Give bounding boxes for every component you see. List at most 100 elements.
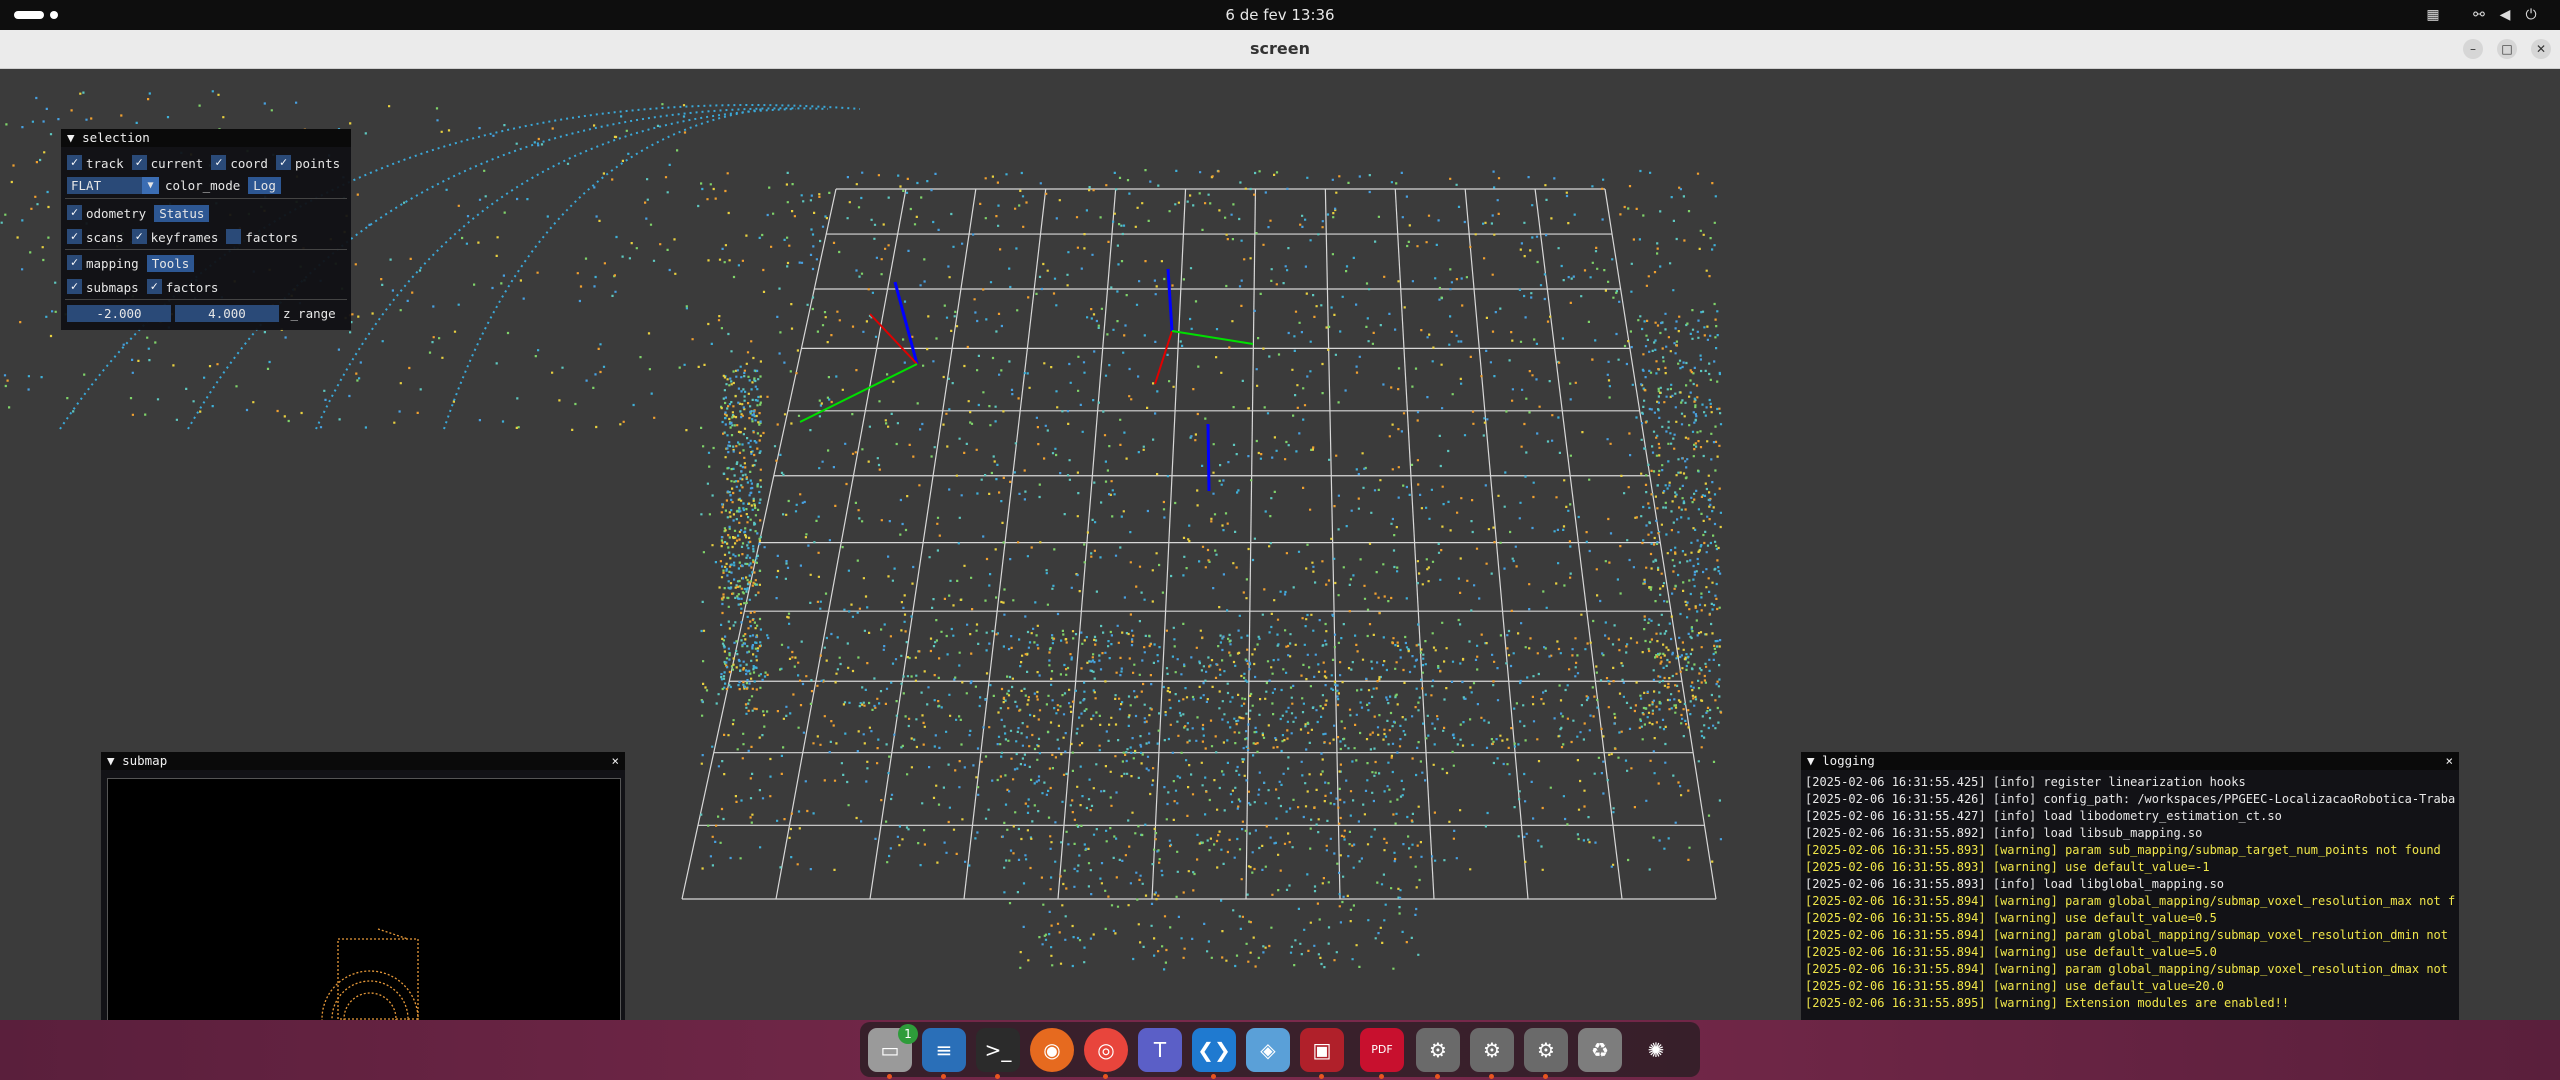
settings-icon[interactable]: ⚙ xyxy=(1524,1028,1568,1079)
odometry-checkbox[interactable]: ✓ xyxy=(67,205,82,220)
odometry-label: odometry xyxy=(86,206,147,221)
grid-line xyxy=(1324,188,1341,900)
notification-badge: 1 xyxy=(898,1024,918,1044)
show-apps-icon[interactable]: ✺ xyxy=(1634,1028,1678,1072)
log-line: [2025-02-06 16:31:55.894] [warning] use … xyxy=(1805,911,2217,925)
log-line: [2025-02-06 16:31:55.895] [warning] Exte… xyxy=(1805,996,2290,1010)
log-line: [2025-02-06 16:31:55.893] [warning] use … xyxy=(1805,860,2210,874)
chevron-down-icon: ▼ xyxy=(142,177,159,194)
chrome-icon[interactable]: ◎ xyxy=(1084,1028,1128,1079)
submap-header[interactable]: ▼ submap × xyxy=(101,752,625,770)
scans-checkbox[interactable]: ✓ xyxy=(67,229,82,244)
factors-label: factors xyxy=(245,230,299,245)
settings-icon[interactable]: ⚙ xyxy=(1470,1028,1514,1079)
points-checkbox[interactable]: ✓ xyxy=(275,155,291,170)
track-label: track xyxy=(86,156,124,171)
grid-line xyxy=(1604,188,1717,900)
scan-arc xyxy=(443,108,765,430)
grid-line xyxy=(1245,188,1257,900)
teams-icon[interactable]: T xyxy=(1138,1028,1182,1072)
coord-label: coord xyxy=(230,156,268,171)
status-button[interactable]: Status xyxy=(154,205,210,222)
factors-checkbox[interactable]: ✓ xyxy=(146,279,162,294)
scans-toggles-row: ✓scans✓keyframes✓factors xyxy=(67,227,306,246)
log-line: [2025-02-06 16:31:55.894] [warning] para… xyxy=(1805,962,2455,976)
submaps-checkbox[interactable]: ✓ xyxy=(67,279,82,294)
log-line: [2025-02-06 16:31:55.892] [info] load li… xyxy=(1805,826,2203,840)
grid-line xyxy=(1394,188,1435,900)
settings-icon[interactable]: ⚙ xyxy=(1416,1028,1460,1079)
ground-grid xyxy=(681,188,1717,900)
vscode-icon[interactable]: ❮❯ xyxy=(1192,1028,1236,1079)
grid-line xyxy=(1534,188,1623,900)
dock: ▭ 1 ≡ >_ ◉ ◎ T ❮❯ ◈ ▣ PDF ⚙ ⚙ ⚙ ♻ ✺ xyxy=(860,1022,1700,1079)
submap-panel[interactable]: ▼ submap × xyxy=(101,752,625,1022)
color-mode-label: color_mode xyxy=(165,178,241,193)
logging-header[interactable]: ▼ logging × xyxy=(1801,752,2459,770)
virtualbox-icon[interactable]: ◈ xyxy=(1246,1028,1290,1072)
log-line: [2025-02-06 16:31:55.427] [info] load li… xyxy=(1805,809,2282,823)
tools-button[interactable]: Tools xyxy=(146,255,195,272)
scans-label: scans xyxy=(86,230,124,245)
trash-icon[interactable]: ♻ xyxy=(1578,1028,1622,1072)
coord-checkbox[interactable]: ✓ xyxy=(211,155,227,170)
log-line: [2025-02-06 16:31:55.894] [warning] para… xyxy=(1805,894,2455,908)
grid-line xyxy=(1057,188,1117,900)
maximize-button[interactable]: □ xyxy=(2497,39,2517,59)
log-line: [2025-02-06 16:31:55.425] [info] registe… xyxy=(1805,775,2246,789)
z-range-min-input[interactable]: -2.000 xyxy=(67,305,171,322)
network-icon[interactable]: ⚯ xyxy=(2470,6,2488,24)
terminal-icon[interactable]: >_ xyxy=(976,1028,1020,1079)
selection-title: selection xyxy=(82,130,150,145)
close-icon[interactable]: × xyxy=(611,752,619,770)
logging-panel[interactable]: ▼ logging × [2025-02-06 16:31:55.425] [in… xyxy=(1801,752,2459,1020)
separator xyxy=(65,299,347,300)
points-label: points xyxy=(294,156,341,171)
minimize-button[interactable]: – xyxy=(2463,39,2483,59)
grid-line xyxy=(1464,188,1529,900)
power-icon[interactable]: ⏻ xyxy=(2522,6,2540,24)
files-icon[interactable]: ▭ 1 xyxy=(868,1024,918,1079)
factors-checkbox[interactable]: ✓ xyxy=(226,229,242,244)
logging-title: logging xyxy=(1822,753,1875,768)
grid-line xyxy=(963,188,1047,900)
log-list[interactable]: [2025-02-06 16:31:55.425] [info] registe… xyxy=(1805,774,2455,1020)
submap-view[interactable] xyxy=(107,778,621,1022)
keyframe-axes-1 xyxy=(799,281,919,423)
log-line: [2025-02-06 16:31:55.893] [info] load li… xyxy=(1805,877,2225,891)
volume-icon[interactable]: ◀ xyxy=(2496,6,2514,24)
vnc-viewer-icon[interactable]: ▣ xyxy=(1300,1028,1344,1079)
color-combo-value: FLAT xyxy=(71,178,102,193)
submap-points xyxy=(321,928,419,1021)
close-icon[interactable]: × xyxy=(2445,752,2453,770)
separator xyxy=(65,198,347,199)
top-bar: 6 de fev 13:36 ▦ ⚯ ◀ ⏻ xyxy=(0,0,2560,30)
scan-arc xyxy=(315,108,797,430)
firefox-icon[interactable]: ◉ xyxy=(1030,1028,1074,1072)
log-line: [2025-02-06 16:31:55.894] [warning] use … xyxy=(1805,979,2225,993)
log-line: [2025-02-06 16:31:55.893] [warning] para… xyxy=(1805,843,2441,857)
keyframes-checkbox[interactable]: ✓ xyxy=(131,229,147,244)
color-combo[interactable]: FLAT ▼ xyxy=(67,177,159,194)
submap-title: submap xyxy=(122,753,168,768)
display-toggles-row: ✓ track ✓ current ✓ coord ✓ points xyxy=(67,153,348,172)
track-checkbox[interactable]: ✓ xyxy=(67,155,82,170)
keyboard-layout-icon[interactable]: ▦ xyxy=(2424,6,2442,24)
text-editor-icon[interactable]: ≡ xyxy=(922,1028,966,1079)
mapping-label: mapping xyxy=(86,256,139,271)
close-button[interactable]: ✕ xyxy=(2531,39,2551,59)
log-button[interactable]: Log xyxy=(248,177,281,194)
log-line: [2025-02-06 16:31:55.894] [warning] para… xyxy=(1805,928,2455,942)
window-titlebar[interactable]: screen – □ ✕ xyxy=(0,30,2560,69)
keyframe-axes-2 xyxy=(1154,268,1254,492)
log-line: [2025-02-06 16:31:55.426] [info] config_… xyxy=(1805,792,2455,806)
pdf-viewer-icon[interactable]: PDF xyxy=(1360,1028,1404,1079)
current-checkbox[interactable]: ✓ xyxy=(131,155,147,170)
mapping-checkbox[interactable]: ✓ xyxy=(67,255,82,270)
selection-panel[interactable]: ▼ selection ✓ track ✓ current ✓ coord ✓ points … xyxy=(61,129,351,330)
selection-header[interactable]: ▼ selection xyxy=(61,129,351,147)
z-range-max-input[interactable]: 4.000 xyxy=(175,305,279,322)
keyframes-label: keyframes xyxy=(150,230,219,245)
clock[interactable]: 6 de fev 13:36 xyxy=(0,0,2560,30)
log-line: [2025-02-06 16:31:55.894] [warning] use … xyxy=(1805,945,2217,959)
